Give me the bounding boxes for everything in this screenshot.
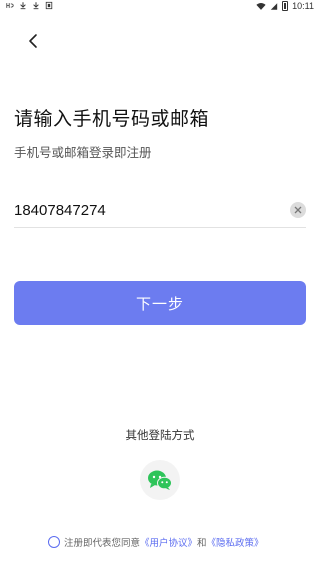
signal-h-icon	[6, 3, 14, 8]
phone-input-value[interactable]: 18407847274	[14, 202, 106, 219]
back-arrow-icon[interactable]	[24, 32, 42, 50]
page-title: 请输入手机号码或邮箱	[14, 108, 210, 130]
download-icon	[20, 2, 26, 10]
close-icon	[294, 206, 302, 214]
wechat-icon	[148, 470, 172, 490]
status-left	[6, 1, 53, 10]
download-icon	[33, 2, 39, 10]
page-subtitle: 手机号或邮箱登录即注册	[14, 145, 152, 160]
notification-icon	[45, 1, 53, 10]
privacy-policy-link[interactable]: 《隐私政策》	[207, 535, 264, 549]
wechat-login-button[interactable]	[140, 460, 180, 500]
phone-email-input[interactable]: 18407847274	[14, 196, 306, 228]
status-time: 10:11	[292, 1, 314, 11]
battery-icon	[282, 1, 289, 11]
wifi-icon	[256, 2, 266, 10]
other-login-label: 其他登陆方式	[125, 428, 195, 442]
screen: 10:11 请输入手机号码或邮箱 手机号或邮箱登录即注册 18407847274…	[0, 0, 320, 568]
user-agreement-link[interactable]: 《用户协议》	[140, 535, 197, 549]
next-button[interactable]: 下一步	[14, 281, 306, 325]
status-right: 10:11	[256, 1, 314, 11]
status-bar: 10:11	[0, 0, 320, 14]
agreement-and: 和	[197, 538, 207, 549]
clear-input-button[interactable]	[290, 202, 306, 218]
agreement-prefix: 注册即代表您同意	[64, 538, 141, 549]
signal-icon	[270, 2, 278, 10]
agreement-checkbox[interactable]	[48, 536, 60, 548]
agreement-row: 注册即代表您同意 《用户协议》 和 《隐私政策》	[48, 535, 264, 549]
